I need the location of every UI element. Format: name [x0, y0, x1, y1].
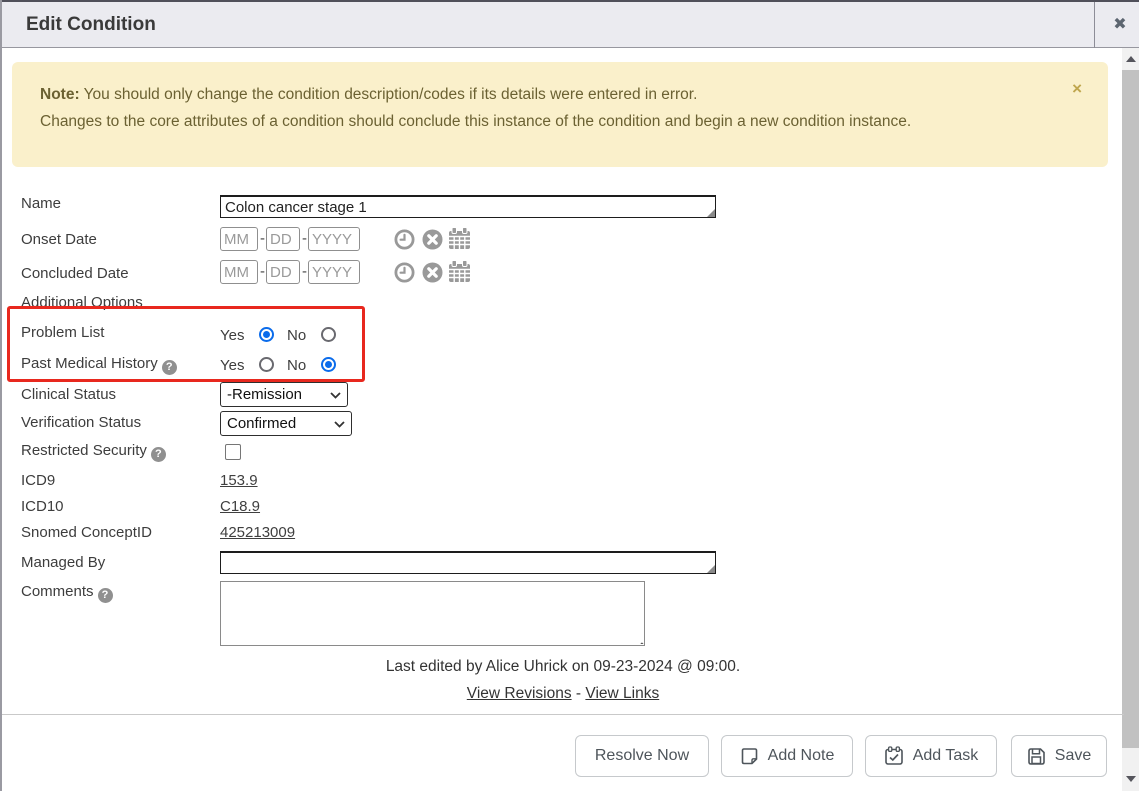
- pmh-yes-label: Yes: [220, 357, 244, 374]
- comments-label: Comments?: [21, 583, 113, 603]
- concluded-date-field: - -: [220, 260, 480, 286]
- scroll-down-arrow-icon[interactable]: [1122, 771, 1139, 788]
- calendar-icon[interactable]: [448, 260, 471, 283]
- footer-link-separator: -: [576, 685, 581, 702]
- note-icon: [740, 747, 759, 766]
- dialog-titlebar: Edit Condition ✖: [2, 0, 1139, 48]
- snomed-conceptid-label: Snomed ConceptID: [21, 524, 152, 541]
- pmh-yes-radio[interactable]: [259, 357, 274, 372]
- restricted-security-label-text: Restricted Security: [21, 442, 147, 459]
- close-icon[interactable]: ✖: [1102, 2, 1138, 48]
- verification-status-select[interactable]: Confirmed: [220, 411, 352, 436]
- concluded-month-input[interactable]: [220, 260, 258, 284]
- concluded-date-label: Concluded Date: [21, 265, 129, 282]
- clock-icon[interactable]: [393, 228, 416, 251]
- onset-year-input[interactable]: [308, 227, 360, 251]
- pmh-no-label: No: [287, 357, 306, 374]
- add-note-label: Add Note: [768, 747, 835, 765]
- icd9-label: ICD9: [21, 472, 55, 489]
- save-floppy-icon: [1027, 747, 1046, 766]
- concluded-day-input[interactable]: [266, 260, 300, 284]
- past-medical-history-label: Past Medical History?: [21, 355, 177, 375]
- help-icon[interactable]: ?: [98, 588, 113, 603]
- clear-date-icon[interactable]: [421, 261, 444, 284]
- note-line2: Changes to the core attributes of a cond…: [40, 113, 911, 130]
- icd10-label: ICD10: [21, 498, 64, 515]
- resolve-now-label: Resolve Now: [595, 747, 689, 765]
- problem-list-yes-label: Yes: [220, 327, 244, 344]
- view-links-link[interactable]: View Links: [585, 685, 659, 702]
- icd9-link[interactable]: 153.9: [220, 472, 258, 489]
- clear-date-icon[interactable]: [421, 228, 444, 251]
- pmh-no-radio[interactable]: [321, 357, 336, 372]
- problem-list-no-label: No: [287, 327, 306, 344]
- concluded-year-input[interactable]: [308, 260, 360, 284]
- help-icon[interactable]: ?: [162, 360, 177, 375]
- note-text: Note: You should only change the conditi…: [40, 81, 980, 135]
- calendar-icon[interactable]: [448, 227, 471, 250]
- icd10-link[interactable]: C18.9: [220, 498, 260, 515]
- scroll-up-arrow-icon[interactable]: [1122, 51, 1139, 68]
- note-dismiss-icon[interactable]: ×: [1072, 80, 1082, 97]
- onset-day-input[interactable]: [266, 227, 300, 251]
- footer-divider: [2, 714, 1124, 715]
- comments-textarea[interactable]: [220, 581, 645, 646]
- date-separator: -: [260, 230, 265, 247]
- managed-by-label: Managed By: [21, 554, 105, 571]
- date-separator: -: [260, 263, 265, 280]
- scrollbar-thumb[interactable]: [1122, 70, 1139, 748]
- note-line1: You should only change the condition des…: [84, 86, 698, 103]
- save-button[interactable]: Save: [1011, 735, 1107, 777]
- footer-links: View Revisions - View Links: [2, 685, 1124, 703]
- task-calendar-icon: [884, 746, 904, 766]
- save-label: Save: [1055, 747, 1091, 765]
- clinical-status-label: Clinical Status: [21, 386, 116, 403]
- additional-options-link[interactable]: Additional Options: [21, 294, 143, 311]
- add-task-button[interactable]: Add Task: [865, 735, 997, 777]
- date-separator: -: [302, 230, 307, 247]
- dialog-title: Edit Condition: [26, 2, 156, 48]
- clinical-status-value: -Remission: [227, 386, 302, 403]
- past-medical-history-label-text: Past Medical History: [21, 355, 158, 372]
- name-input[interactable]: [220, 195, 716, 218]
- problem-list-yes-radio[interactable]: [259, 327, 274, 342]
- last-edited-text: Last edited by Alice Uhrick on 09-23-202…: [2, 658, 1124, 676]
- verification-status-value: Confirmed: [227, 415, 296, 432]
- chevron-down-icon: [330, 392, 341, 399]
- resolve-now-button[interactable]: Resolve Now: [575, 735, 709, 777]
- note-label: Note:: [40, 86, 80, 103]
- verification-status-label: Verification Status: [21, 414, 141, 431]
- onset-date-label: Onset Date: [21, 231, 97, 248]
- input-resize-grip: [707, 209, 715, 217]
- vertical-scrollbar[interactable]: [1122, 48, 1139, 791]
- add-note-button[interactable]: Add Note: [721, 735, 853, 777]
- date-separator: -: [302, 263, 307, 280]
- edit-condition-dialog: Edit Condition ✖ Note: You should only c…: [0, 0, 1139, 791]
- problem-list-label: Problem List: [21, 324, 104, 341]
- restricted-security-checkbox[interactable]: [225, 444, 241, 460]
- name-label: Name: [21, 195, 61, 212]
- clinical-status-select[interactable]: -Remission: [220, 382, 348, 407]
- snomed-conceptid-link[interactable]: 425213009: [220, 524, 295, 541]
- problem-list-no-radio[interactable]: [321, 327, 336, 342]
- titlebar-divider: [1094, 2, 1095, 48]
- view-revisions-link[interactable]: View Revisions: [467, 685, 572, 702]
- input-resize-grip: [707, 565, 715, 573]
- note-banner: Note: You should only change the conditi…: [12, 62, 1108, 167]
- add-task-label: Add Task: [913, 747, 979, 765]
- managed-by-input[interactable]: [220, 551, 716, 574]
- chevron-down-icon: [334, 421, 345, 428]
- clock-icon[interactable]: [393, 261, 416, 284]
- onset-date-field: - -: [220, 227, 480, 253]
- help-icon[interactable]: ?: [151, 447, 166, 462]
- comments-label-text: Comments: [21, 583, 94, 600]
- restricted-security-label: Restricted Security?: [21, 442, 166, 462]
- onset-month-input[interactable]: [220, 227, 258, 251]
